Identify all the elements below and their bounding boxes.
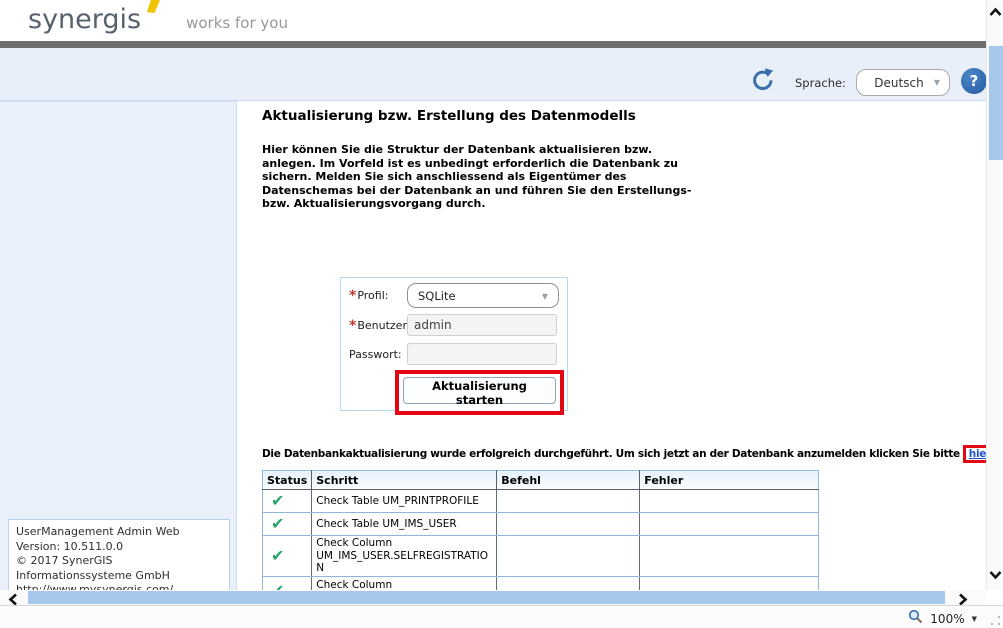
check-icon: ✔ (267, 491, 284, 510)
language-value: Deutsch (874, 76, 923, 90)
version-text: Version: 10.511.0.0 (16, 540, 222, 555)
step-cell: Check Column UM_IMS_USER.PWDSALT (312, 576, 497, 590)
horizontal-scroll-thumb[interactable] (28, 591, 945, 604)
about-box: UserManagement Admin Web Version: 10.511… (8, 519, 230, 591)
sidebar: UserManagement Admin Web Version: 10.511… (0, 101, 237, 591)
command-cell (497, 536, 640, 577)
check-icon: ✔ (267, 546, 284, 565)
profile-label: Profil: (357, 289, 388, 302)
success-message: Die Datenbankaktualisierung wurde erfolg… (262, 445, 986, 463)
command-cell (497, 576, 640, 590)
password-row: Passwort: (349, 342, 402, 367)
zoom-level: 100% (930, 612, 964, 626)
zoom-dropdown-icon: ▼ (972, 615, 977, 623)
table-row: ✔ Check Column UM_IMS_USER.PWDSALT (263, 576, 819, 590)
app-name: UserManagement Admin Web (16, 525, 222, 540)
chevron-down-icon: ▼ (542, 292, 548, 301)
step-cell: Check Column UM_IMS_USER.SELFREGISTRATIO… (312, 536, 497, 577)
gray-divider-bar (0, 41, 986, 48)
check-icon: ✔ (267, 514, 284, 533)
col-status: Status (263, 471, 312, 490)
scroll-up-icon[interactable] (989, 4, 1002, 23)
horizontal-scrollbar[interactable] (0, 590, 986, 605)
table-header-row: Status Schritt Befehl Fehler (263, 471, 819, 490)
vertical-scroll-thumb[interactable] (989, 46, 1003, 160)
password-label: Passwort: (349, 348, 402, 361)
app-window: synergis works for you Sprache: Deutsch … (0, 0, 1003, 628)
refresh-icon[interactable] (750, 67, 776, 93)
database-form: * Profil: SQLite ▼ * Benutzer: Passwort:… (340, 277, 568, 411)
language-select[interactable]: Deutsch ▼ (856, 69, 950, 96)
help-button[interactable]: ? (961, 68, 987, 94)
submit-annotation-highlight: Aktualisierung starten (395, 370, 564, 415)
command-cell (497, 490, 640, 513)
start-update-button[interactable]: Aktualisierung starten (403, 377, 556, 404)
copyright-text: © 2017 SynerGIS Informationssysteme GmbH (16, 554, 222, 583)
step-cell: Check Table UM_PRINTPROFILE (312, 490, 497, 513)
main-content: Aktualisierung bzw. Erstellung des Daten… (237, 101, 986, 590)
brand-logo: synergis (28, 0, 141, 40)
hier-link[interactable]: hier (969, 448, 986, 460)
chevron-down-icon: ▼ (934, 78, 940, 87)
col-fehler: Fehler (640, 471, 819, 490)
intro-text: Hier können Sie die Struktur der Datenba… (262, 143, 694, 211)
user-label: Benutzer: (357, 319, 410, 332)
table-row: ✔ Check Table UM_PRINTPROFILE (263, 490, 819, 513)
question-icon: ? (970, 74, 979, 89)
app-header: synergis works for you (0, 0, 986, 41)
table-row: ✔ Check Column UM_IMS_USER.SELFREGISTRAT… (263, 536, 819, 577)
status-bar: 100% ▼ (0, 605, 1003, 628)
command-cell (497, 513, 640, 536)
brand-tagline: works for you (186, 14, 288, 32)
results-table: Status Schritt Befehl Fehler ✔ Check Tab… (262, 470, 819, 590)
table-row: ✔ Check Table UM_IMS_USER (263, 513, 819, 536)
profile-select[interactable]: SQLite ▼ (407, 283, 559, 308)
user-row: * Benutzer: (349, 313, 410, 338)
success-text: Die Datenbankaktualisierung wurde erfolg… (262, 448, 960, 460)
scroll-down-icon[interactable] (989, 566, 1002, 585)
zoom-control[interactable]: 100% ▼ (908, 609, 977, 628)
toolbar: Sprache: Deutsch ▼ ? (0, 48, 986, 101)
profile-value: SQLite (418, 289, 456, 303)
error-cell (640, 513, 819, 536)
check-icon: ✔ (267, 581, 284, 590)
col-schritt: Schritt (312, 471, 497, 490)
language-label: Sprache: (795, 76, 846, 90)
col-befehl: Befehl (497, 471, 640, 490)
user-input[interactable] (407, 314, 557, 336)
required-asterisk: * (349, 318, 356, 334)
brand-leaf-icon (145, 0, 162, 18)
link-annotation-highlight: hier (963, 445, 986, 463)
step-cell: Check Table UM_IMS_USER (312, 513, 497, 536)
vertical-scrollbar[interactable] (986, 0, 1003, 590)
resize-grip[interactable] (991, 616, 1000, 625)
error-cell (640, 490, 819, 513)
page-title: Aktualisierung bzw. Erstellung des Daten… (262, 108, 636, 124)
error-cell (640, 576, 819, 590)
error-cell (640, 536, 819, 577)
profile-row: * Profil: (349, 283, 388, 308)
password-input[interactable] (407, 343, 557, 365)
magnifier-icon (908, 609, 923, 628)
required-asterisk: * (349, 288, 356, 304)
